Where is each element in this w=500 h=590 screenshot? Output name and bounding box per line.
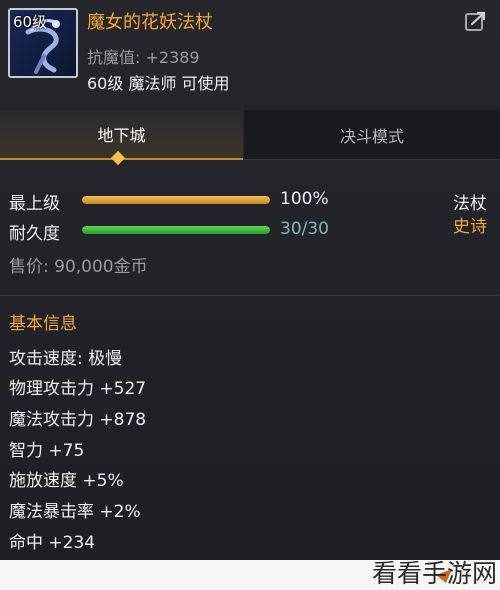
item-level-badge: 60级 (13, 13, 48, 31)
grade-value: 100% (280, 189, 329, 209)
attribute-line: 物理攻击力 +527 (9, 379, 147, 399)
basic-info-title: 基本信息 (9, 314, 77, 334)
tab-pvp-mode-label: 决斗模式 (339, 126, 404, 146)
item-header: 60级 魔女的花妖法杖 抗魔值: +2389 60级 魔法师 可使用 (0, 0, 500, 100)
item-usable-requirement: 60级 魔法师 可使用 (87, 74, 230, 93)
attribute-line: 魔法攻击力 +878 (9, 410, 147, 430)
item-name: 魔女的花妖法杖 (87, 12, 213, 33)
item-icon-frame: 60级 (8, 8, 78, 78)
sell-price: 售价: 90,000金币 (9, 257, 148, 277)
attribute-line: 魔法暴击率 +2% (9, 502, 141, 522)
tab-dungeon-label: 地下城 (97, 126, 146, 145)
attribute-line: 智力 +75 (9, 441, 85, 461)
tab-dungeon[interactable]: 地下城 (0, 110, 243, 160)
share-icon (465, 11, 486, 31)
share-button[interactable] (464, 10, 488, 32)
section-divider (0, 295, 500, 296)
grade-bar-fill (82, 196, 270, 204)
watermark-text: 看看手游网 (372, 559, 498, 588)
attribute-line: 施放速度 +5% (9, 471, 124, 491)
mode-tabs: 地下城 决斗模式 (0, 110, 500, 160)
grade-bar (82, 196, 270, 204)
durability-value: 30/30 (280, 219, 329, 239)
item-tooltip-panel: 60级 魔女的花妖法杖 抗魔值: +2389 60级 魔法师 可使用 地下城 决… (0, 0, 500, 560)
grade-label: 最上级 (9, 194, 60, 214)
durability-label: 耐久度 (9, 224, 60, 244)
item-resist-value: 抗魔值: +2389 (87, 48, 200, 67)
attribute-line: 命中 +234 (9, 533, 96, 553)
attribute-line: 攻击速度: 极慢 (9, 349, 123, 369)
durability-bar-fill (82, 226, 270, 234)
tab-pvp-mode[interactable]: 决斗模式 (244, 110, 500, 160)
durability-bar (82, 226, 270, 234)
weapon-type-tag: 法杖 (453, 194, 487, 214)
rarity-tag: 史诗 (453, 217, 487, 237)
